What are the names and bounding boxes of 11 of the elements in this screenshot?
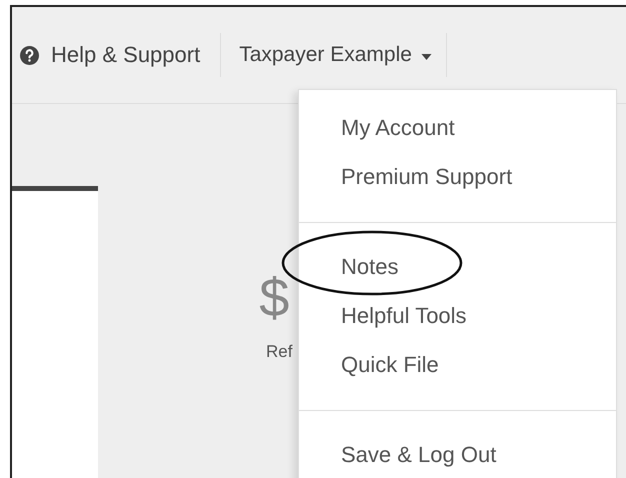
menu-item[interactable]: My Account <box>299 103 465 152</box>
menu-item[interactable]: Helpful Tools <box>299 291 477 340</box>
help-icon <box>20 46 39 64</box>
menu-item[interactable]: Quick File <box>299 340 449 389</box>
caret-icon <box>420 54 432 60</box>
help-link[interactable]: Help & Support <box>20 42 220 68</box>
menu-item[interactable]: Save & Log Out <box>299 430 506 478</box>
account-menu[interactable]: Taxpayer Example <box>221 43 432 67</box>
dollar-icon: $ <box>259 268 290 328</box>
menu-item[interactable]: Premium Support <box>299 152 522 201</box>
tile-label: Ref <box>266 342 292 362</box>
